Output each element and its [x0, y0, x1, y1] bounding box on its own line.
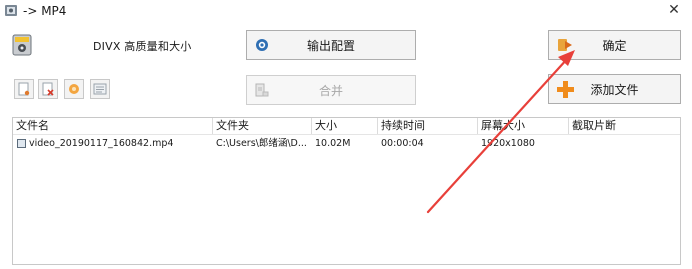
title-bar: -> MP4 ✕ — [0, 0, 692, 22]
file-list[interactable]: 文件名 文件夹 大小 持续时间 屏幕大小 截取片断 video_20190117… — [12, 117, 681, 265]
settings-disc-icon — [256, 39, 268, 51]
profile-label: DIVX 高质量和大小 — [93, 40, 192, 53]
toolbar-remove-button[interactable] — [38, 79, 58, 99]
cell-resolution: 1920x1080 — [481, 138, 535, 149]
add-item-icon — [18, 82, 30, 96]
list-header: 文件名 文件夹 大小 持续时间 屏幕大小 截取片断 — [13, 118, 680, 135]
output-config-button[interactable]: 输出配置 — [246, 30, 416, 60]
toolbar-clear-button[interactable] — [64, 79, 84, 99]
window-title: -> MP4 — [23, 4, 67, 18]
app-icon — [5, 5, 17, 16]
media-info-icon — [93, 83, 107, 95]
cell-folder: C:\Users\郎绪涵\D... — [216, 138, 307, 149]
column-filename[interactable]: 文件名 — [13, 118, 213, 134]
toolbar-add-button[interactable] — [14, 79, 34, 99]
close-icon[interactable]: ✕ — [664, 0, 684, 20]
column-size[interactable]: 大小 — [312, 118, 378, 134]
cell-size: 10.02M — [315, 138, 351, 149]
output-config-label: 输出配置 — [306, 38, 355, 53]
column-duration[interactable]: 持续时间 — [378, 118, 478, 134]
table-row[interactable]: video_20190117_160842.mp4 C:\Users\郎绪涵\D… — [13, 135, 680, 152]
ok-label: 确定 — [602, 38, 627, 53]
cell-clip — [569, 135, 680, 152]
plus-icon — [557, 81, 574, 98]
merge-button[interactable]: 合并 — [246, 75, 416, 105]
ok-button[interactable]: 确定 — [548, 30, 681, 60]
merge-label: 合并 — [318, 83, 343, 98]
column-clip[interactable]: 截取片断 — [569, 118, 680, 134]
convert-arrow-icon — [558, 39, 572, 51]
video-file-icon — [17, 139, 26, 148]
clear-list-icon — [69, 84, 79, 94]
merge-icon — [255, 83, 269, 97]
column-folder[interactable]: 文件夹 — [213, 118, 312, 134]
add-file-label: 添加文件 — [590, 82, 639, 97]
column-resolution[interactable]: 屏幕大小 — [478, 118, 569, 134]
toolbar-info-button[interactable] — [90, 79, 110, 99]
video-format-icon — [12, 34, 32, 56]
cell-duration: 00:00:04 — [381, 138, 424, 149]
cell-filename: video_20190117_160842.mp4 — [29, 138, 174, 149]
add-file-button[interactable]: 添加文件 — [548, 74, 681, 104]
remove-item-icon — [42, 82, 54, 96]
